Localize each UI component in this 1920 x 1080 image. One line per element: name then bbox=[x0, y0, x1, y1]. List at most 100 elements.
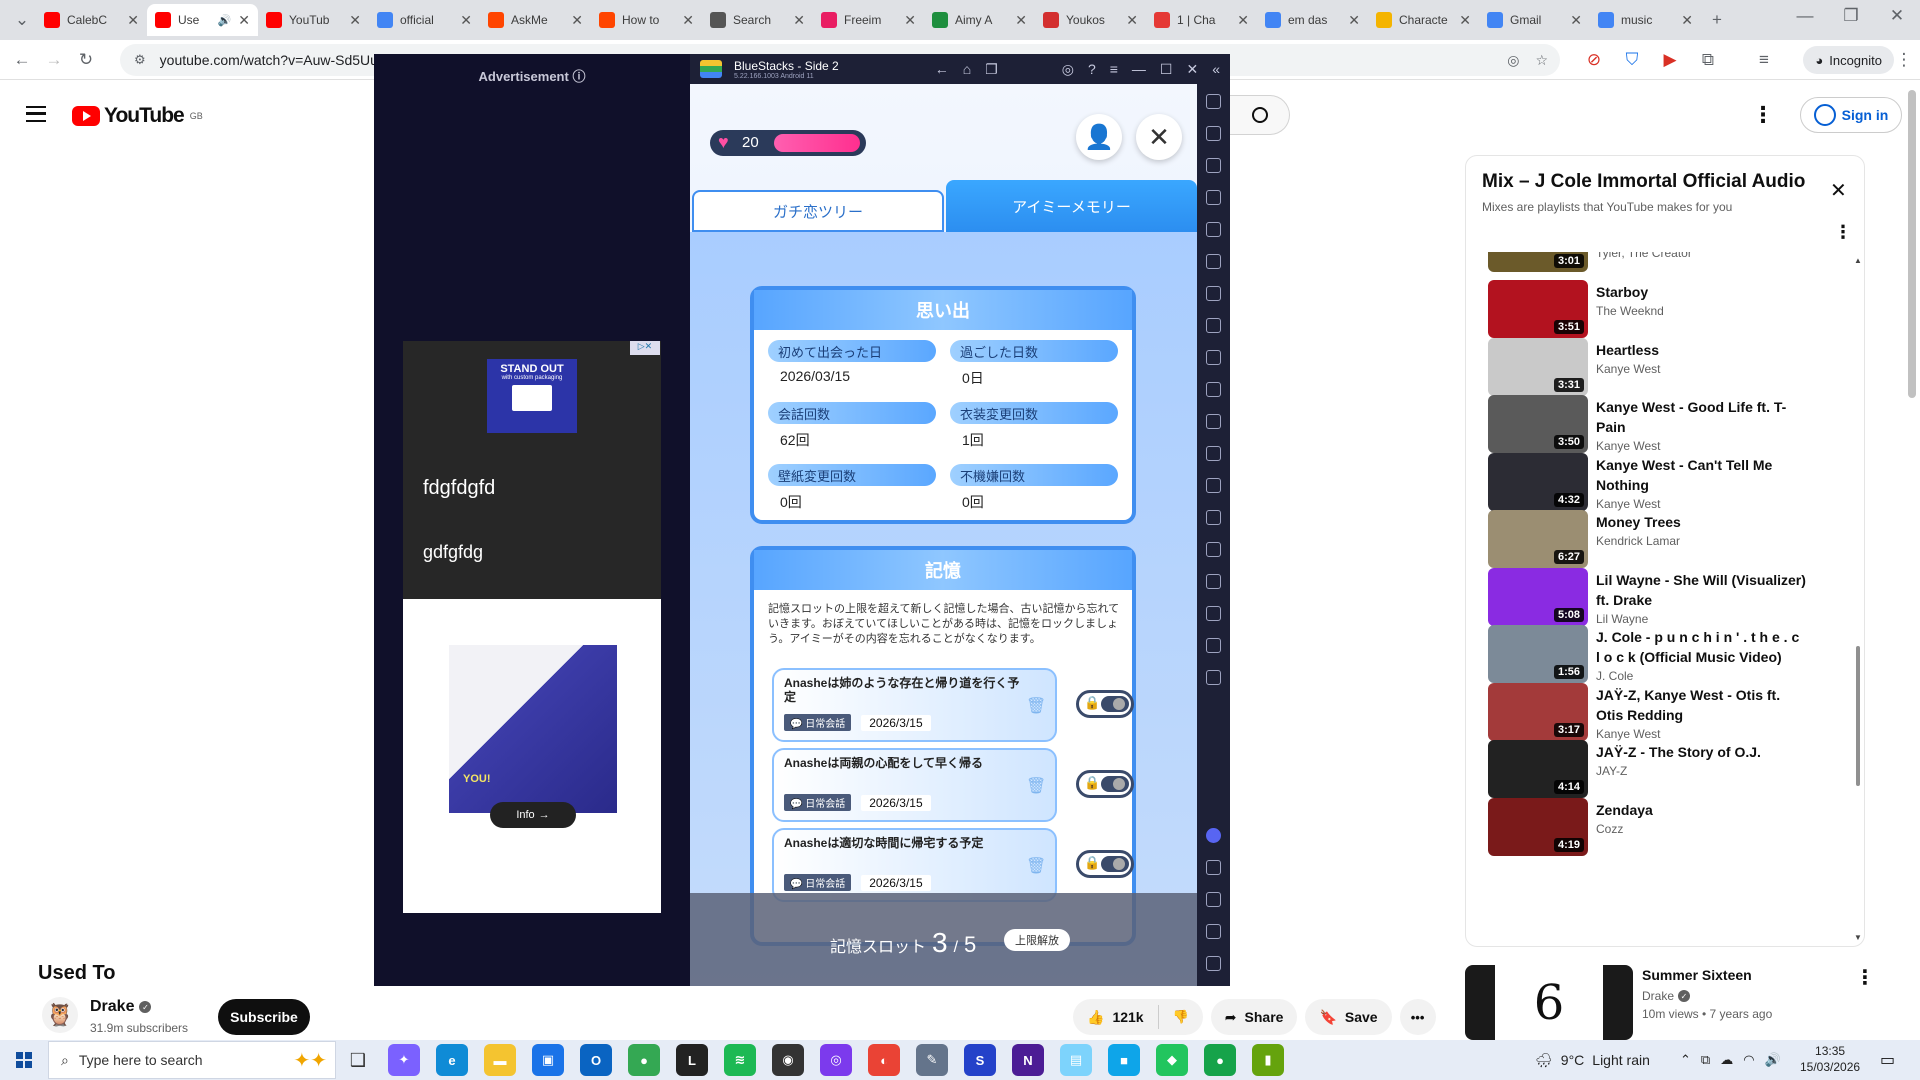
extension-youtube-icon[interactable]: ▶ bbox=[1654, 44, 1686, 76]
app-green-app-icon[interactable]: ▮ bbox=[1252, 1044, 1284, 1076]
eraser-icon[interactable] bbox=[1206, 542, 1221, 557]
browser-tab[interactable]: Youkos ✕ bbox=[1035, 4, 1146, 36]
ad-info-button[interactable]: Info → bbox=[490, 802, 576, 828]
tray-cloud-icon[interactable]: ☁ bbox=[1720, 1052, 1733, 1068]
chrome-alt-app-icon[interactable]: ◐ bbox=[868, 1044, 900, 1076]
forward-arrow-icon[interactable]: → bbox=[38, 44, 70, 76]
app-notes-app-icon[interactable]: ▤ bbox=[1060, 1044, 1092, 1076]
bs-back-icon[interactable]: ← bbox=[935, 61, 949, 78]
browser-tab[interactable]: CalebC ✕ bbox=[36, 4, 147, 36]
tab-close-icon[interactable]: ✕ bbox=[1570, 12, 1582, 29]
spotify-app-icon[interactable]: ≋ bbox=[724, 1044, 756, 1076]
share-button[interactable]: ➦ Share bbox=[1210, 999, 1298, 1035]
save-button[interactable]: 🔖 Save bbox=[1305, 999, 1392, 1035]
rotate-icon[interactable] bbox=[1206, 254, 1221, 269]
app-s-app-icon[interactable]: S bbox=[964, 1044, 996, 1076]
trash-icon[interactable]: 🗑 bbox=[1026, 696, 1046, 716]
folder-icon[interactable] bbox=[1206, 446, 1221, 461]
edge-app-icon[interactable]: e bbox=[436, 1044, 468, 1076]
extensions-puzzle-icon[interactable]: ⧉ bbox=[1692, 44, 1724, 76]
close-window-icon[interactable]: ✕ bbox=[1874, 0, 1920, 32]
memory-item[interactable]: Anasheは両親の心配をして早く帰る 💬 日常会話 2026/3/15 🗑 bbox=[772, 748, 1057, 822]
tray-chevron-icon[interactable]: ⌃ bbox=[1680, 1052, 1691, 1068]
tab-close-icon[interactable]: ✕ bbox=[1348, 12, 1360, 29]
fullscreen-icon[interactable] bbox=[1206, 94, 1221, 109]
incognito-badge[interactable]: ◕ Incognito bbox=[1803, 46, 1894, 74]
playlist-scrollbar[interactable] bbox=[1856, 646, 1860, 786]
back-arrow-icon[interactable]: ← bbox=[6, 44, 38, 76]
trash-icon[interactable]: 🗑 bbox=[1026, 776, 1046, 796]
tab-close-icon[interactable]: ✕ bbox=[127, 12, 139, 29]
scroll-up-icon[interactable]: ▲ bbox=[1854, 256, 1862, 266]
copilot-app-icon[interactable]: ✦ bbox=[388, 1044, 420, 1076]
channel-avatar[interactable]: 🦉 bbox=[42, 997, 78, 1033]
bs-menu-icon[interactable]: ≡ bbox=[1110, 61, 1118, 78]
app-feather-app-icon[interactable]: ✎ bbox=[916, 1044, 948, 1076]
airplane-icon[interactable] bbox=[1206, 478, 1221, 493]
outlook-app-icon[interactable]: O bbox=[580, 1044, 612, 1076]
tab-close-icon[interactable]: ✕ bbox=[349, 12, 361, 29]
tab-close-icon[interactable]: ✕ bbox=[1015, 12, 1027, 29]
hamburger-menu-icon[interactable] bbox=[26, 106, 46, 122]
tray-device-icon[interactable]: ⧉ bbox=[1701, 1052, 1710, 1068]
sign-in-button[interactable]: Sign in bbox=[1800, 97, 1902, 133]
site-info-icon[interactable]: ⚙ bbox=[134, 52, 146, 68]
taskbar-search-box[interactable]: ⌕ Type here to search ✦✦ bbox=[48, 1041, 336, 1079]
chrome-app-icon[interactable]: ● bbox=[628, 1044, 660, 1076]
adchoices-icon[interactable]: ▷✕ bbox=[630, 341, 660, 355]
settings-kebab-icon[interactable]: ⋮ bbox=[1752, 102, 1774, 128]
page-scrollbar[interactable] bbox=[1908, 90, 1916, 398]
info-circle-icon[interactable]: ⓘ bbox=[572, 69, 585, 84]
trash-icon[interactable]: 🗑 bbox=[1026, 856, 1046, 876]
speaker-icon[interactable]: 🔊 bbox=[218, 14, 232, 27]
ad-creative[interactable]: ▷✕ STAND OUT with custom packaging fdgfd… bbox=[403, 341, 661, 913]
keyboard-icon[interactable] bbox=[1206, 190, 1221, 205]
screenshot-icon[interactable] bbox=[1206, 350, 1221, 365]
tab-aimy-memory[interactable]: アイミーメモリー bbox=[946, 180, 1197, 232]
discord-icon[interactable] bbox=[1206, 828, 1221, 843]
playlist-item[interactable]: 4:32 Kanye West - Can't Tell Me Nothing … bbox=[1488, 452, 1838, 511]
playlist-item[interactable]: 4:14 JAŸ-Z - The Story of O.J. JAY-Z bbox=[1488, 740, 1838, 798]
weather-widget[interactable]: 🌧 9°C Light rain bbox=[1535, 1040, 1650, 1080]
live-app-icon[interactable]: L bbox=[676, 1044, 708, 1076]
bs-maximize-icon[interactable]: ☐ bbox=[1160, 61, 1173, 78]
task-view-icon[interactable]: ❑ bbox=[336, 1050, 380, 1071]
tab-gachikoi-tree[interactable]: ガチ恋ツリー bbox=[692, 190, 944, 232]
eco-icon[interactable] bbox=[1206, 638, 1221, 653]
browser-menu-icon[interactable]: ⋮ bbox=[1888, 44, 1920, 76]
wifi-icon[interactable]: ◠ bbox=[1743, 1052, 1754, 1068]
bluestacks-app-icon[interactable]: ◆ bbox=[1156, 1044, 1188, 1076]
bs-side-home-icon[interactable] bbox=[1206, 924, 1221, 939]
extension-shield-icon[interactable]: ⛉ bbox=[1616, 44, 1648, 76]
bs-minimize-icon[interactable]: — bbox=[1132, 61, 1146, 78]
youtube-logo[interactable]: YouTube GB bbox=[72, 104, 203, 128]
browser-tab[interactable]: AskMe ✕ bbox=[480, 4, 591, 36]
recent-apps-icon[interactable] bbox=[1206, 956, 1221, 971]
extension-red-icon[interactable]: ⊘ bbox=[1578, 44, 1610, 76]
browser-tab[interactable]: Use 🔊 ✕ bbox=[147, 4, 258, 36]
tab-close-icon[interactable]: ✕ bbox=[1237, 12, 1249, 29]
playlist-item[interactable]: 1:56 J. Cole - p u n c h i n ' . t h e .… bbox=[1488, 625, 1838, 683]
playlist-item[interactable]: 3:51 Starboy The Weeknd bbox=[1488, 280, 1838, 338]
browser-tab[interactable]: em das ✕ bbox=[1257, 4, 1368, 36]
like-button[interactable]: 👍 121k bbox=[1073, 1005, 1159, 1029]
apk-icon[interactable] bbox=[1206, 318, 1221, 333]
playlist-partial-thumb[interactable]: 3:01 bbox=[1488, 252, 1588, 272]
browser-tab[interactable]: YouTub ✕ bbox=[258, 4, 369, 36]
memory-lock-toggle[interactable]: 🔒 bbox=[1076, 770, 1134, 798]
up-next-menu-kebab-icon[interactable]: ⋮ bbox=[1855, 965, 1875, 990]
chrome-active-app-icon[interactable]: ● bbox=[1204, 1044, 1236, 1076]
subscribe-button[interactable]: Subscribe bbox=[218, 999, 310, 1035]
scroll-down-icon[interactable]: ▼ bbox=[1854, 933, 1862, 943]
browser-tab[interactable]: music ✕ bbox=[1590, 4, 1701, 36]
tab-close-icon[interactable]: ✕ bbox=[571, 12, 583, 29]
tab-close-icon[interactable]: ✕ bbox=[904, 12, 916, 29]
reload-icon[interactable]: ↻ bbox=[70, 44, 102, 76]
volume-icon[interactable]: 🔊 bbox=[1765, 1052, 1781, 1068]
up-next-item[interactable]: 6 Summer Sixteen Drake ✓ 10m views • 7 y… bbox=[1465, 965, 1920, 1040]
browser-tab[interactable]: Freeim ✕ bbox=[813, 4, 924, 36]
multi-instance-icon[interactable] bbox=[1206, 510, 1221, 525]
tab-close-icon[interactable]: ✕ bbox=[682, 12, 694, 29]
browser-tab[interactable]: Search ✕ bbox=[702, 4, 813, 36]
browser-tab[interactable]: Aimy A ✕ bbox=[924, 4, 1035, 36]
